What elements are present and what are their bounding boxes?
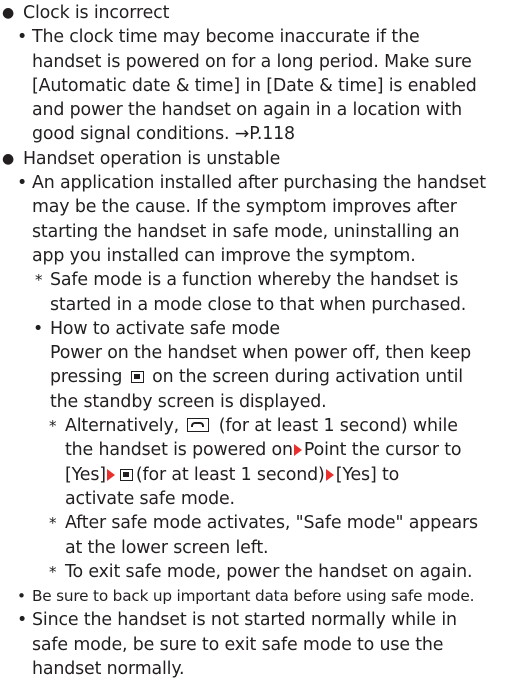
center-key-icon [119, 468, 133, 481]
note-line: started in a mode close to that when pur… [50, 294, 467, 315]
end-call-key-icon [187, 418, 210, 433]
paragraph-line: [Automatic date & time] in [Date & time]… [32, 75, 477, 96]
sub-bullet-icon: • [17, 27, 28, 48]
note-line: * Safe mode is a function whereby the ha… [0, 268, 523, 292]
paragraph-line: • An application installed after purchas… [0, 171, 523, 195]
heading-text: Handset operation is unstable [23, 148, 281, 169]
sub-bullet-icon: • [33, 318, 44, 339]
heading-text: Clock is incorrect [23, 3, 170, 23]
note-line: * To exit safe mode, power the handset o… [0, 560, 523, 584]
paragraph-line: the standby screen is displayed. [50, 391, 327, 412]
note-line: * After safe mode activates, "Safe mode"… [0, 511, 523, 535]
paragraph-line: handset is powered on for a long period.… [32, 51, 472, 72]
note-marker: * [35, 271, 43, 290]
sub-bullet-icon: • [17, 173, 28, 194]
center-key-icon [130, 371, 144, 384]
step-arrow-icon [293, 444, 302, 457]
note-marker: * [49, 514, 57, 533]
paragraph-line: handset normally. [32, 659, 185, 680]
paragraph-line: and power the handset on again in a loca… [32, 100, 463, 121]
sub-bullet-icon: • [17, 587, 26, 606]
paragraph-line: • The clock time may become inaccurate i… [0, 25, 523, 49]
note-line: * Alternatively, (for at least 1 second)… [0, 414, 523, 438]
paragraph-line: good signal conditions. →P.118 [0, 122, 523, 146]
paragraph-line: safe mode, be sure to exit safe mode to … [32, 634, 444, 655]
note-marker: * [49, 417, 57, 436]
paragraph-line: app you installed can improve the sympto… [32, 245, 416, 266]
section-heading: ● Clock is incorrect [0, 1, 523, 25]
sub-bullet-icon: • [17, 610, 28, 631]
bullet-icon: ● [2, 5, 15, 21]
note-line: at the lower screen left. [65, 537, 269, 558]
paragraph-line: • Since the handset is not started norma… [0, 608, 523, 632]
paragraph-line: may be the cause. If the symptom improve… [32, 197, 457, 218]
paragraph-line: starting the handset in safe mode, unins… [32, 221, 460, 242]
note-marker: * [49, 562, 57, 581]
subsection-heading: • How to activate safe mode [0, 317, 523, 341]
paragraph-line: • Be sure to back up important data befo… [0, 584, 523, 608]
section-heading: ● Handset operation is unstable [0, 147, 523, 171]
note-line: [Yes] (for at least 1 second) [Yes] to [65, 464, 400, 485]
bullet-icon: ● [2, 150, 15, 167]
note-line: the handset is powered on Point the curso… [65, 440, 462, 461]
page-reference: good signal conditions. →P.118 [32, 124, 295, 145]
paragraph-line: Power on the handset when power off, the… [50, 343, 472, 364]
manual-page: ● Clock is incorrect • The clock time ma… [0, 0, 523, 679]
step-arrow-icon [106, 468, 115, 481]
step-arrow-icon [325, 468, 334, 481]
paragraph-line: pressing on the screen during activation… [50, 367, 463, 388]
note-line: activate safe mode. [65, 488, 235, 509]
